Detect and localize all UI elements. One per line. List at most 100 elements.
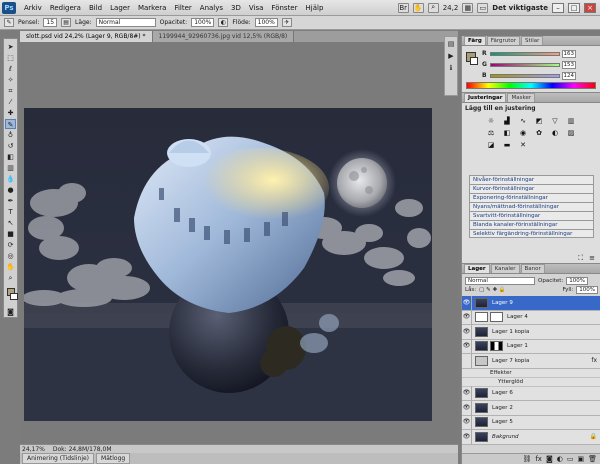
menu-bild[interactable]: Bild	[85, 4, 106, 12]
color-balance-icon[interactable]: ⚖	[486, 129, 496, 138]
blue-value[interactable]: 124	[562, 71, 576, 80]
blur-tool-icon[interactable]: 💧	[5, 174, 16, 184]
pen-tool-icon[interactable]: ✒	[5, 196, 16, 206]
tab-color[interactable]: Färg	[464, 36, 486, 45]
bridge-icon[interactable]: Br	[397, 2, 409, 13]
eyedropper-tool-icon[interactable]: ⁄	[5, 97, 16, 107]
menu-redigera[interactable]: Redigera	[46, 4, 85, 12]
preset-hue-saturation[interactable]: Nyans/mättnad-förinställningar	[469, 202, 594, 211]
layer-name[interactable]: Lager 4	[507, 314, 528, 320]
move-tool-icon[interactable]: ➤	[5, 42, 16, 52]
gradient-map-icon[interactable]: ▬	[502, 141, 512, 150]
opacity-field[interactable]: 100%	[191, 18, 215, 27]
tab-layers[interactable]: Lager	[464, 264, 490, 273]
layer-name[interactable]: Lager 7 kopia	[492, 358, 529, 364]
maximize-button[interactable]: □	[568, 2, 580, 13]
crop-tool-icon[interactable]: ⌗	[5, 86, 16, 96]
brush-tool-preset-icon[interactable]: ✎	[4, 18, 14, 27]
preset-black-white[interactable]: Svartvitt-förinställningar	[469, 211, 594, 220]
canvas-area[interactable]	[20, 42, 458, 444]
lock-icons[interactable]: ▢ ✎ ✚ 🔒	[479, 287, 506, 293]
layer-row[interactable]: 👁 Lager 2	[462, 400, 600, 416]
marquee-tool-icon[interactable]: ⬚	[5, 53, 16, 63]
clone-stamp-tool-icon[interactable]: ♁	[5, 130, 16, 140]
brush-panel-icon[interactable]: ▤	[61, 18, 72, 27]
path-select-tool-icon[interactable]: ↖	[5, 218, 16, 228]
green-slider[interactable]	[490, 62, 560, 67]
selective-color-icon[interactable]: ✕	[518, 141, 528, 150]
layer-name[interactable]: Bakgrund	[492, 434, 519, 440]
green-value[interactable]: 153	[562, 60, 576, 69]
eraser-tool-icon[interactable]: ◧	[5, 152, 16, 162]
lasso-tool-icon[interactable]: ℓ	[5, 64, 16, 74]
close-button[interactable]: ×	[584, 2, 596, 13]
levels-icon[interactable]: ▟	[502, 117, 512, 126]
exposure-icon[interactable]: ◩	[534, 117, 544, 126]
menu-arkiv[interactable]: Arkiv	[20, 4, 46, 12]
threshold-icon[interactable]: ◪	[486, 141, 496, 150]
blue-slider[interactable]	[490, 73, 560, 78]
info-panel-icon[interactable]: ℹ	[446, 63, 457, 73]
screen-mode-icon[interactable]: ▭	[477, 2, 489, 13]
invert-icon[interactable]: ◐	[550, 129, 560, 138]
airbrush-icon[interactable]: ✈	[281, 18, 292, 27]
zoom-tool-icon[interactable]: ⌕	[427, 2, 439, 13]
layer-effects-label[interactable]: Effekter	[462, 368, 600, 378]
tab-styles[interactable]: Stilar	[521, 36, 544, 45]
tab-measurement-log[interactable]: Mätlogg	[96, 453, 131, 464]
menu-analys[interactable]: Analys	[196, 4, 227, 12]
layer-row[interactable]: Lager 7 kopia fx	[462, 353, 600, 369]
add-style-icon[interactable]: fx	[535, 455, 542, 463]
hand-tool-icon[interactable]: ✋	[412, 2, 424, 13]
preset-curves[interactable]: Kurvor-förinställningar	[469, 184, 594, 193]
color-background-chip[interactable]	[470, 57, 478, 65]
layer-name[interactable]: Lager 2	[492, 405, 513, 411]
visibility-eye-icon[interactable]: 👁	[462, 310, 472, 325]
preset-selective-color[interactable]: Selektiv färgändring-förinställningar	[469, 229, 594, 238]
layer-name[interactable]: Lager 6	[492, 390, 513, 396]
gradient-tool-icon[interactable]: ▥	[5, 163, 16, 173]
fill-field[interactable]: 100%	[576, 285, 598, 294]
layer-row[interactable]: 👁 Bakgrund 🔒	[462, 429, 600, 445]
layer-effect-outer-glow[interactable]: Ytterglöd	[462, 377, 600, 387]
minimize-button[interactable]: –	[552, 2, 564, 13]
layer-opacity-field[interactable]: 100%	[566, 276, 589, 285]
layer-row[interactable]: 👁 Lager 6	[462, 386, 600, 401]
layer-row[interactable]: 👁 Lager 1 kopia	[462, 324, 600, 340]
layer-name[interactable]: Lager 1	[507, 343, 528, 349]
3d-orbit-tool-icon[interactable]: ◎	[5, 251, 16, 261]
layer-row[interactable]: 👁 Lager 1	[462, 339, 600, 354]
brush-tool-icon[interactable]: ✎	[5, 119, 16, 129]
visibility-eye-icon[interactable]: 👁	[462, 295, 472, 310]
brush-size-picker[interactable]: 15	[43, 18, 58, 27]
clip-icon[interactable]: ⛶	[578, 254, 583, 263]
3d-rotate-tool-icon[interactable]: ⟳	[5, 240, 16, 250]
quick-select-tool-icon[interactable]: ✧	[5, 75, 16, 85]
zoom-tool-icon[interactable]: ⌕	[5, 273, 16, 283]
workspace-switcher[interactable]: Det viktigaste	[492, 4, 548, 12]
layer-name[interactable]: Lager 9	[492, 300, 513, 306]
dodge-tool-icon[interactable]: ●	[5, 185, 16, 195]
menu-markera[interactable]: Markera	[134, 4, 171, 12]
arrange-icon[interactable]: ▦	[462, 2, 474, 13]
new-group-icon[interactable]: ▭	[567, 455, 574, 463]
visibility-eye-icon[interactable]: 👁	[462, 324, 472, 339]
layer-name[interactable]: Lager 1 kopia	[492, 329, 529, 335]
photo-filter-icon[interactable]: ◉	[518, 129, 528, 138]
tab-paths[interactable]: Banor	[520, 264, 545, 273]
layer-row[interactable]: 👁 Lager 9	[462, 295, 600, 311]
new-adjustment-icon[interactable]: ◐	[557, 455, 563, 463]
document-canvas[interactable]	[24, 108, 432, 421]
visibility-eye-icon[interactable]: 👁	[462, 386, 472, 401]
healing-tool-icon[interactable]: ✚	[5, 108, 16, 118]
preset-channel-mixer[interactable]: Blanda kanaler-förinställningar	[469, 220, 594, 229]
channel-mixer-icon[interactable]: ✿	[534, 129, 544, 138]
new-layer-icon[interactable]: ▣	[577, 455, 584, 463]
color-spectrum-bar[interactable]	[466, 82, 596, 89]
brightness-contrast-icon[interactable]: ☼	[486, 117, 496, 126]
history-panel-icon[interactable]: ▤	[446, 39, 457, 49]
preset-levels[interactable]: Nivåer-förinställningar	[469, 175, 594, 184]
tab-masks[interactable]: Masker	[507, 93, 536, 102]
actions-panel-icon[interactable]: ▶	[446, 51, 457, 61]
tab-slott-psd[interactable]: slott.psd vid 24,2% (Lager 9, RGB/8#) *	[20, 31, 153, 42]
